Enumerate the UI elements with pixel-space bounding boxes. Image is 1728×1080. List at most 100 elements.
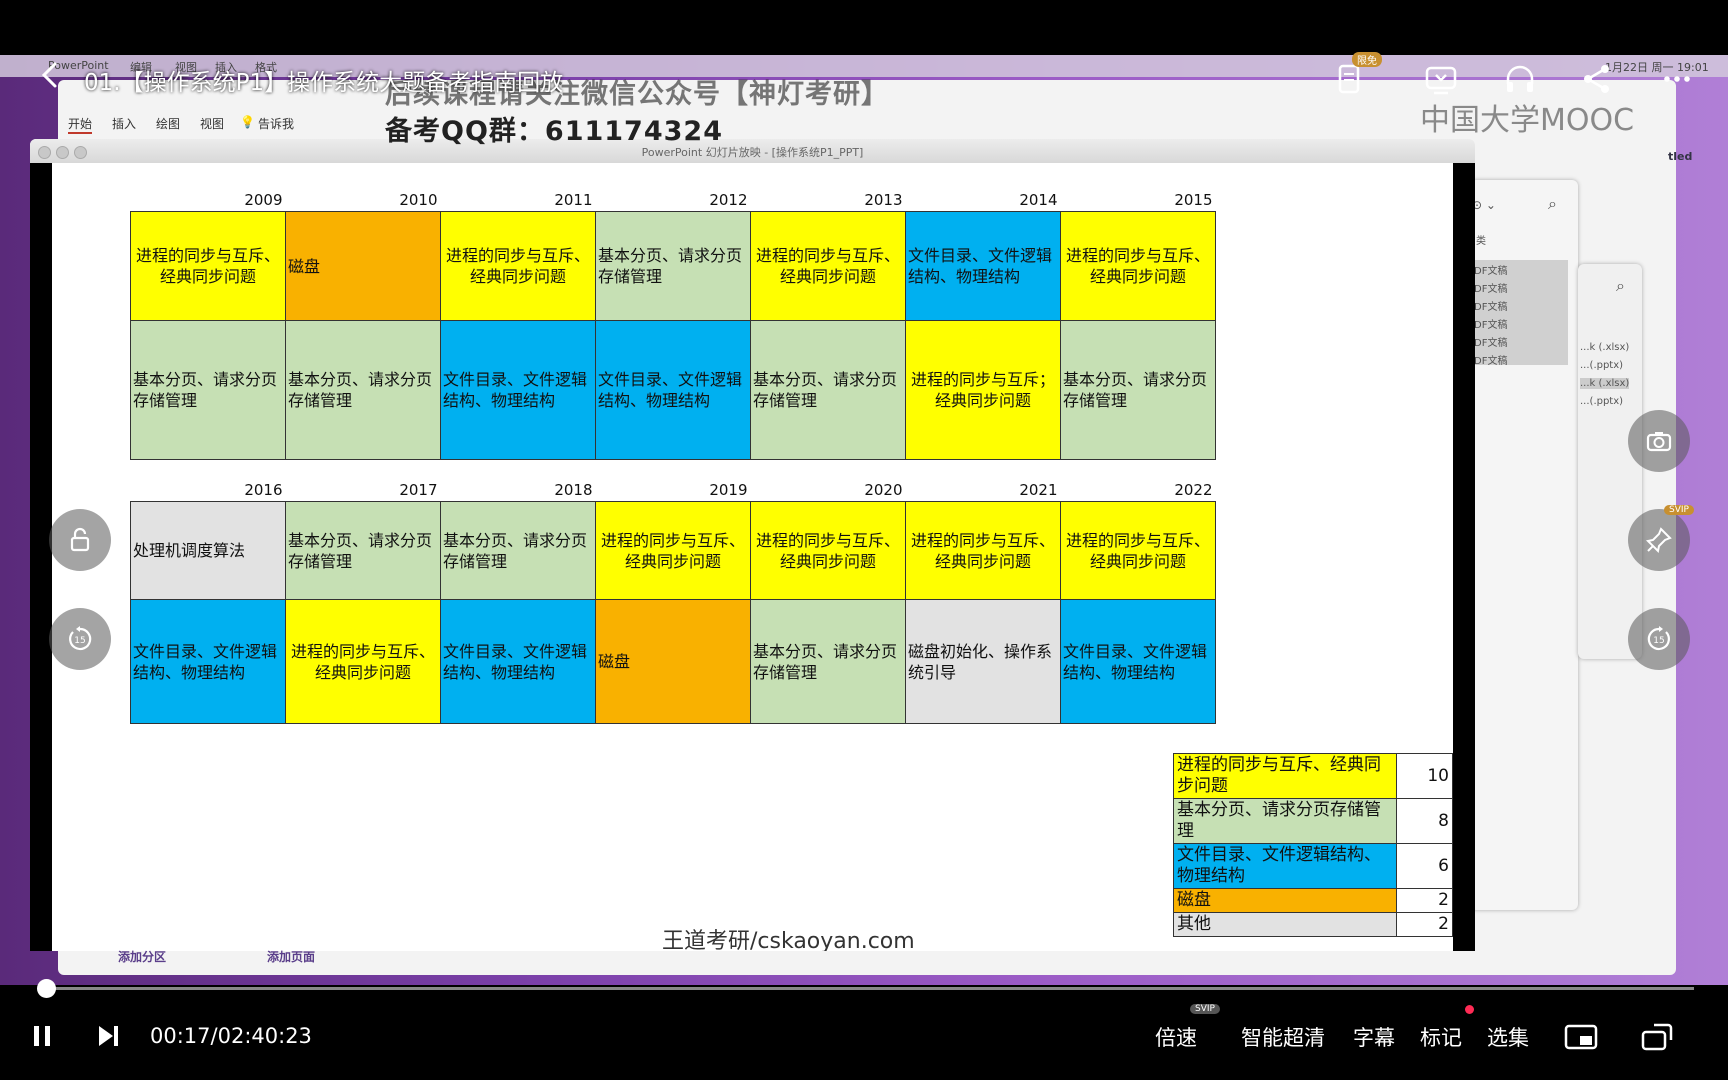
topic-cell: 磁盘初始化、操作系统引导 bbox=[905, 599, 1061, 724]
slide: 2009 2010 2011 2012 2013 2014 2015 进程的同步与互斥、经典… bbox=[52, 163, 1454, 951]
year-header-cell: 2020 bbox=[750, 480, 906, 502]
year-header-cell: 2016 bbox=[130, 480, 286, 502]
rewind-seconds-label: 15 bbox=[74, 636, 85, 646]
year-header-cell: 2013 bbox=[750, 190, 906, 212]
forward-15-icon[interactable]: 15 bbox=[1628, 608, 1690, 670]
exam-topics-table-2009-2015: 2009 2010 2011 2012 2013 2014 2015 进程的同步与互斥、经典… bbox=[130, 190, 1216, 460]
finder-panel-secondary: ⌕ ...k (.xlsx) ...(.pptx) ...k (.xlsx) .… bbox=[1578, 264, 1642, 659]
mark-notification-dot bbox=[1465, 1005, 1474, 1014]
search-icon: ⌕ bbox=[1616, 276, 1625, 295]
share-icon[interactable] bbox=[1580, 62, 1614, 96]
lock-icon[interactable] bbox=[49, 509, 111, 571]
summary-topic-label: 磁盘 bbox=[1173, 888, 1397, 913]
mark-button[interactable]: 标记 bbox=[1420, 1022, 1462, 1052]
add-section-button[interactable]: 添加分区 bbox=[118, 948, 166, 965]
year-header-cell: 2022 bbox=[1060, 480, 1216, 502]
promo-line-qq: 备考QQ群：611174324 bbox=[385, 116, 723, 147]
search-icon: ⌕ bbox=[1548, 194, 1557, 213]
pause-icon[interactable] bbox=[30, 1022, 56, 1054]
year-header-cell: 2018 bbox=[440, 480, 596, 502]
finder-header: 类 bbox=[1476, 236, 1486, 247]
year-header-cell: 2019 bbox=[595, 480, 751, 502]
document-icon[interactable] bbox=[1332, 62, 1366, 96]
progress-track[interactable] bbox=[46, 987, 1694, 990]
topic-cell: 进程的同步与互斥、经典同步问题 bbox=[750, 211, 906, 321]
topic-cell: 进程的同步与互斥、经典同步问题 bbox=[750, 501, 906, 600]
picture-in-picture-icon[interactable] bbox=[1564, 1022, 1598, 1056]
topic-cell: 基本分页、请求分页存储管理 bbox=[130, 320, 286, 460]
finder-file-item: DF文稿 bbox=[1474, 338, 1508, 349]
topic-cell: 磁盘 bbox=[285, 211, 441, 321]
year-header-cell: 2012 bbox=[595, 190, 751, 212]
ribbon-tab-draw: 绘图 bbox=[156, 117, 181, 131]
back-icon[interactable] bbox=[36, 60, 66, 90]
rotate-screen-icon[interactable] bbox=[1640, 1022, 1674, 1056]
pin-icon[interactable] bbox=[1628, 509, 1690, 571]
video-title: 01.【操作系统P1】操作系统大题备考指南回放 bbox=[84, 70, 564, 96]
tv-cast-icon[interactable] bbox=[1424, 62, 1458, 96]
topic-cell: 基本分页、请求分页存储管理 bbox=[285, 501, 441, 600]
ribbon-tab-view: 视图 bbox=[200, 117, 225, 131]
summary-row: 基本分页、请求分页存储管理 8 bbox=[1173, 798, 1454, 844]
topic-cell: 进程的同步与互斥、经典同步问题 bbox=[1060, 211, 1216, 321]
side-label: tled bbox=[1668, 150, 1693, 163]
topic-cell: 进程的同步与互斥、经典同步问题 bbox=[905, 501, 1061, 600]
topic-cell: 进程的同步与互斥、经典同步问题 bbox=[130, 211, 286, 321]
finder-file-item: ...(.pptx) bbox=[1580, 360, 1624, 371]
summary-topic-label: 其他 bbox=[1173, 912, 1397, 937]
topic-cell: 基本分页、请求分页存储管理 bbox=[1060, 320, 1216, 460]
next-icon[interactable] bbox=[94, 1022, 122, 1054]
finder-file-item: DF文稿 bbox=[1474, 284, 1508, 295]
topic-cell: 文件目录、文件逻辑结构、物理结构 bbox=[440, 599, 596, 724]
speed-button[interactable]: 倍速 bbox=[1155, 1022, 1197, 1052]
topic-cell: 进程的同步与互斥、经典同步问题 bbox=[440, 211, 596, 321]
topic-cell: 基本分页、请求分页存储管理 bbox=[440, 501, 596, 600]
finder-file-item: DF文稿 bbox=[1474, 356, 1508, 367]
year-header-cell: 2010 bbox=[285, 190, 441, 212]
finder-panel: ⊙ ⌄ ⌕ 类 DF文稿 DF文稿 DF文稿 DF文稿 DF文稿 DF文稿 bbox=[1470, 180, 1578, 910]
topic-cell: 基本分页、请求分页存储管理 bbox=[750, 320, 906, 460]
limited-free-badge: 限免 bbox=[1352, 52, 1382, 67]
rewind-15-icon[interactable]: 15 bbox=[49, 608, 111, 670]
slideshow-window: PowerPoint 幻灯片放映 - [操作系统P1_PPT] 2009 2010… bbox=[30, 139, 1475, 951]
finder-file-item: DF文稿 bbox=[1474, 266, 1508, 277]
topic-cell: 磁盘 bbox=[595, 599, 751, 724]
topic-cell: 基本分页、请求分页存储管理 bbox=[750, 599, 906, 724]
finder-file-item: DF文稿 bbox=[1474, 302, 1508, 313]
finder-file-item: ...(.pptx) bbox=[1580, 396, 1624, 407]
camera-icon[interactable] bbox=[1628, 410, 1690, 472]
progress-knob[interactable] bbox=[37, 979, 56, 998]
episodes-button[interactable]: 选集 bbox=[1487, 1022, 1529, 1052]
svip-badge: SVIP bbox=[1190, 1004, 1220, 1014]
lightbulb-icon: 💡 bbox=[240, 115, 255, 129]
year-header-cell: 2015 bbox=[1060, 190, 1216, 212]
topic-cell: 处理机调度算法 bbox=[130, 501, 286, 600]
subtitle-button[interactable]: 字幕 bbox=[1353, 1022, 1395, 1052]
summary-topic-count: 2 bbox=[1395, 912, 1454, 937]
topic-cell: 进程的同步与互斥、经典同步问题 bbox=[1060, 501, 1216, 600]
summary-topic-label: 基本分页、请求分页存储管理 bbox=[1173, 798, 1397, 844]
summary-row: 其他 2 bbox=[1173, 912, 1454, 937]
time-display: 00:17/02:40:23 bbox=[150, 1024, 312, 1048]
topic-cell: 文件目录、文件逻辑结构、物理结构 bbox=[595, 320, 751, 460]
topic-frequency-summary-table: 进程的同步与互斥、经典同步问题 10 基本分页、请求分页存储管理 8 文件目录、文件逻辑… bbox=[1173, 753, 1454, 937]
summary-topic-label: 文件目录、文件逻辑结构、物理结构 bbox=[1173, 843, 1397, 889]
add-page-button[interactable]: 添加页面 bbox=[267, 948, 315, 965]
ppt-bottom-bar: 添加分区 添加页面 bbox=[60, 940, 1550, 975]
finder-file-item: DF文稿 bbox=[1474, 320, 1508, 331]
ribbon-tell-me: 告诉我 bbox=[258, 117, 295, 131]
summary-row: 进程的同步与互斥、经典同步问题 10 bbox=[1173, 753, 1454, 799]
headphones-icon[interactable] bbox=[1503, 62, 1537, 96]
summary-topic-count: 8 bbox=[1395, 798, 1454, 844]
topic-cell: 基本分页、请求分页存储管理 bbox=[595, 211, 751, 321]
ribbon-tab-home: 开始 bbox=[68, 115, 93, 134]
topic-cell: 进程的同步与互斥、经典同步问题 bbox=[285, 599, 441, 724]
summary-row: 文件目录、文件逻辑结构、物理结构 6 bbox=[1173, 843, 1454, 889]
year-header-cell: 2011 bbox=[440, 190, 596, 212]
topic-cell: 文件目录、文件逻辑结构、物理结构 bbox=[1060, 599, 1216, 724]
forward-seconds-label: 15 bbox=[1653, 636, 1664, 646]
quality-button[interactable]: 智能超清 bbox=[1241, 1022, 1325, 1052]
topic-cell: 基本分页、请求分页存储管理 bbox=[285, 320, 441, 460]
topic-cell: 文件目录、文件逻辑结构、物理结构 bbox=[905, 211, 1061, 321]
more-icon[interactable] bbox=[1660, 62, 1694, 96]
